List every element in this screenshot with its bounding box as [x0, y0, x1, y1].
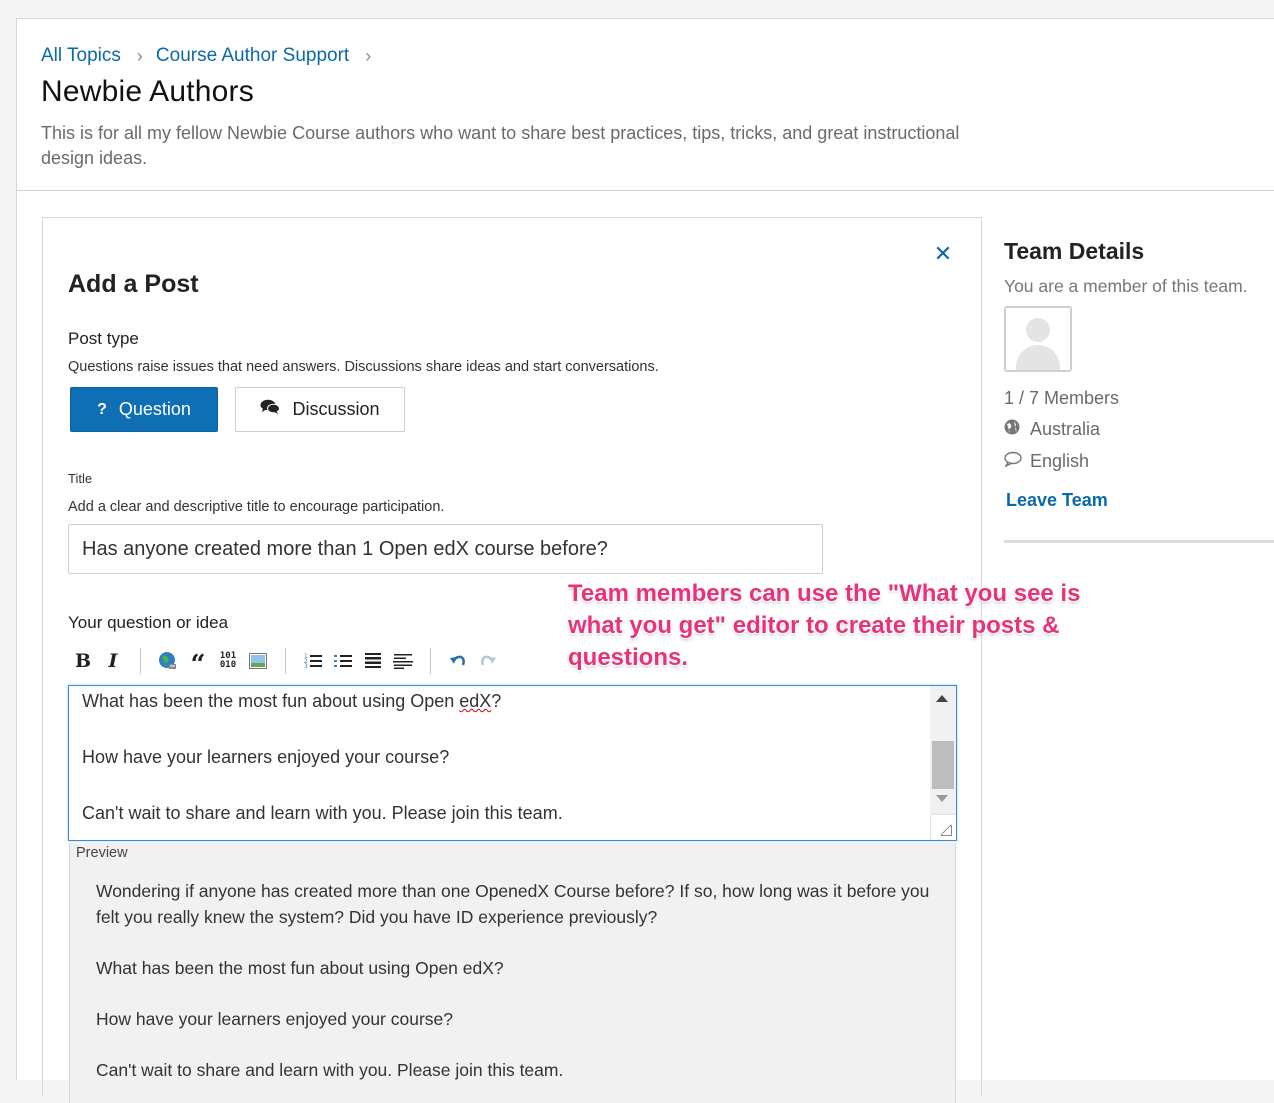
editor-text: ? [491, 691, 502, 711]
comments-icon [260, 399, 281, 420]
toolbar-divider [285, 648, 286, 674]
question-button-label: Question [118, 399, 191, 419]
svg-text:3: 3 [304, 663, 308, 670]
page-description: This is for all my fellow Newbie Course … [41, 123, 960, 168]
editor-text: What has been the most fun about using O… [82, 691, 460, 711]
scroll-down-icon[interactable] [936, 795, 948, 802]
breadcrumb-separator-icon: › [136, 45, 143, 66]
preview-paragraph: Can't wait to share and learn with you. … [96, 1060, 564, 1080]
bulleted-list-icon[interactable] [328, 647, 358, 675]
title-input[interactable]: Has anyone created more than 1 Open edX … [68, 524, 823, 574]
team-divider [1004, 540, 1274, 543]
toolbar-divider [430, 648, 431, 674]
heading-icon[interactable] [358, 647, 388, 675]
spellcheck-word: edX [459, 691, 492, 711]
page-title: Newbie Authors [41, 75, 254, 108]
editor-scrollbar[interactable] [930, 686, 956, 814]
page-header: All Topics › Course Author Support › New… [17, 19, 1274, 191]
body-label: Your question or idea [68, 613, 229, 632]
editor-line: Can't wait to share and learn with you. … [82, 803, 563, 823]
team-country-text: Australia [1030, 419, 1101, 439]
image-icon[interactable] [243, 647, 273, 675]
breadcrumb-course-author-support[interactable]: Course Author Support [156, 45, 349, 67]
scrollbar-thumb[interactable] [932, 741, 954, 789]
globe-icon [1004, 419, 1022, 440]
preview-label: Preview [76, 845, 128, 861]
add-post-heading: Add a Post [68, 270, 199, 298]
discussion-button-label: Discussion [292, 399, 380, 419]
title-label: Title [68, 471, 93, 486]
preview-panel: Preview Wondering if anyone has created … [69, 843, 956, 1103]
blockquote-icon[interactable]: “ [183, 647, 213, 678]
preview-paragraph: What has been the most fun about using O… [96, 958, 504, 978]
undo-icon[interactable] [443, 647, 473, 675]
post-type-help: Questions raise issues that need answers… [68, 359, 659, 375]
breadcrumb-all-topics[interactable]: All Topics [41, 45, 121, 67]
team-language: English [1004, 451, 1089, 472]
breadcrumb: All Topics › Course Author Support › [41, 45, 384, 67]
team-details-title: Team Details [1004, 238, 1145, 264]
team-language-text: English [1030, 451, 1090, 471]
post-body-editor[interactable]: What has been the most fun about using O… [68, 685, 957, 841]
italic-icon[interactable]: I [98, 647, 128, 675]
membership-status: You are a member of this team. [1004, 276, 1248, 296]
member-count: 1 / 7 Members [1004, 388, 1119, 409]
leave-team-link[interactable]: Leave Team [1006, 490, 1108, 511]
preview-paragraph: Wondering if anyone has created more tha… [96, 881, 930, 927]
post-type-label: Post type [68, 329, 139, 348]
scroll-up-icon[interactable] [936, 695, 948, 702]
redo-icon[interactable] [473, 647, 503, 675]
avatar-head [1026, 318, 1050, 342]
preview-paragraph: How have your learners enjoyed your cour… [96, 1009, 453, 1029]
team-country: Australia [1004, 419, 1100, 440]
avatar[interactable] [1004, 306, 1072, 372]
close-icon[interactable]: ✕ [933, 243, 953, 265]
resize-handle-icon[interactable] [930, 814, 956, 840]
discussion-button[interactable]: Discussion [235, 387, 405, 432]
bold-icon[interactable]: B [68, 647, 98, 675]
title-help: Add a clear and descriptive title to enc… [68, 499, 445, 515]
question-icon: ? [97, 400, 107, 418]
editor-line: How have your learners enjoyed your cour… [82, 747, 450, 767]
code-icon[interactable]: 101 010 [213, 647, 243, 675]
annotation-callout: Team members can use the "What you see i… [568, 580, 1081, 671]
app-frame: All Topics › Course Author Support › New… [16, 18, 1274, 1103]
link-icon[interactable] [153, 647, 183, 675]
member-count-text: 1 / 7 Members [1004, 388, 1120, 408]
breadcrumb-separator-icon: › [365, 45, 372, 66]
toolbar-divider [140, 648, 141, 674]
numbered-list-icon[interactable]: 123 [298, 647, 328, 675]
avatar-body [1016, 345, 1060, 370]
editor-toolbar: B I “ 101 010 123 [68, 646, 503, 678]
speech-bubble-icon [1004, 451, 1022, 472]
question-button[interactable]: ? Question [70, 387, 218, 432]
horizontal-rule-icon[interactable] [388, 647, 418, 675]
editor-line: What has been the most fun about using O… [82, 691, 501, 712]
